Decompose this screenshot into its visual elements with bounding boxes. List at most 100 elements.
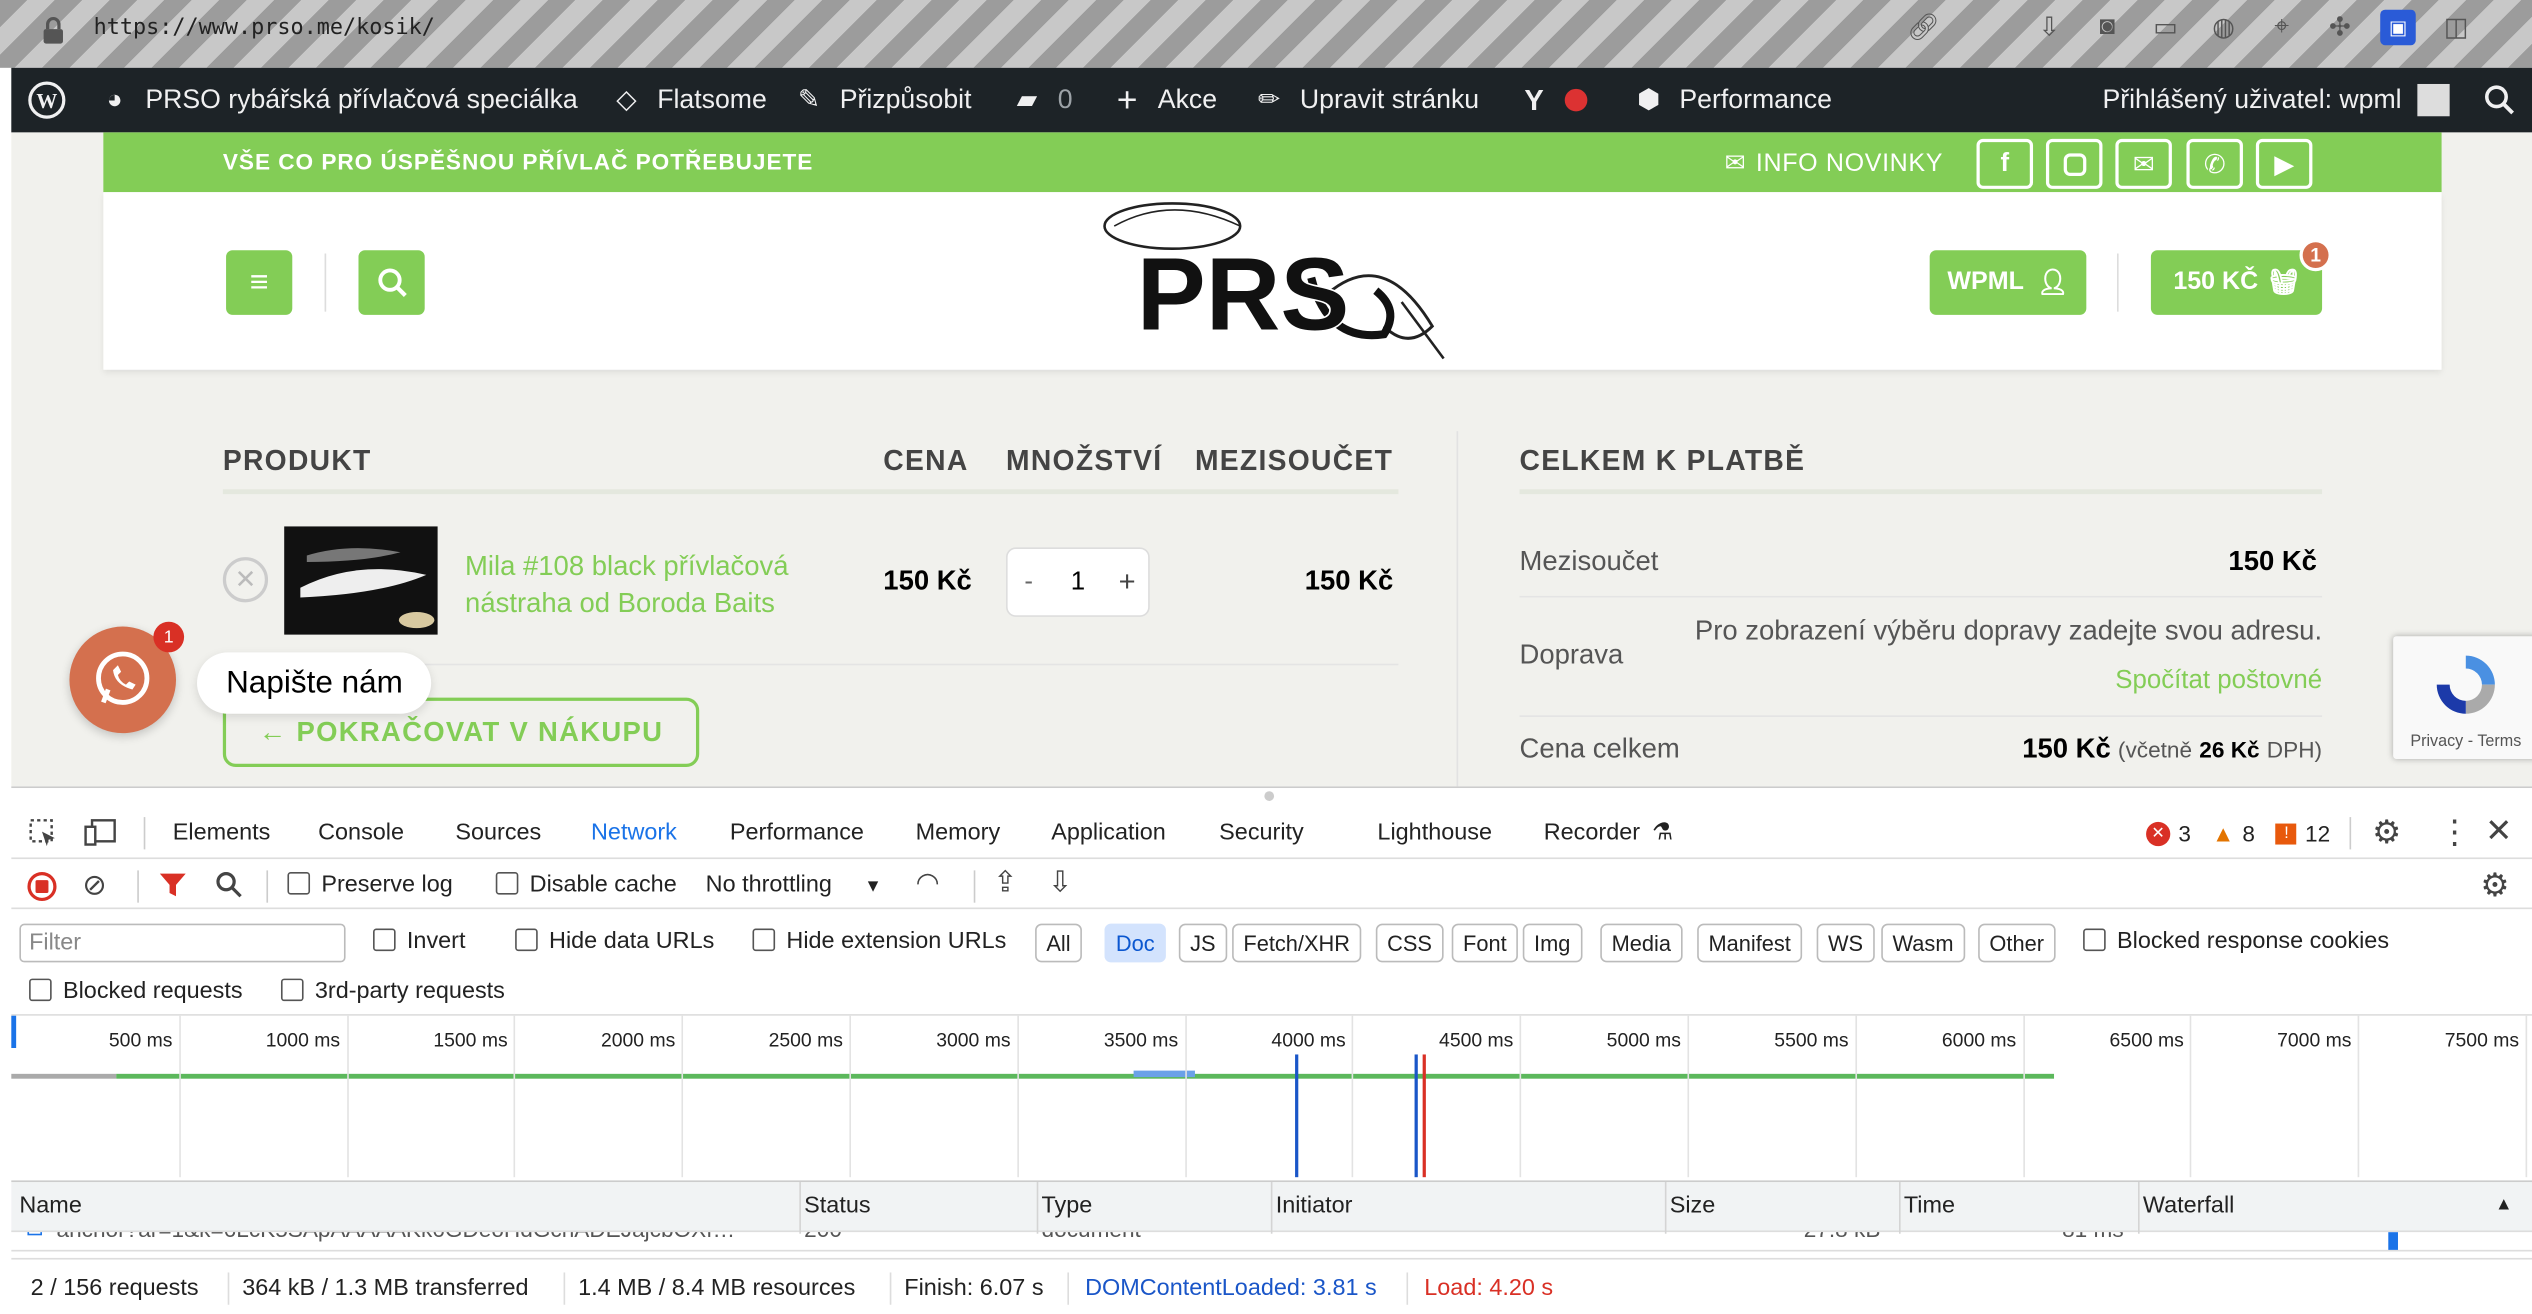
terminal-icon[interactable]: ▭ bbox=[2148, 10, 2184, 46]
admin-performance[interactable]: ⬢ Performance bbox=[1631, 68, 1832, 133]
network-settings-icon[interactable]: ⚙ bbox=[2480, 866, 2509, 906]
camera-icon[interactable]: ◙ bbox=[2090, 10, 2126, 46]
export-har-icon[interactable]: ⇩ bbox=[1048, 866, 1072, 900]
chat-label[interactable]: Napište nám bbox=[197, 652, 432, 714]
wp-admin-bar: W ◕ PRSO rybářská přívlačová speciálka ◇ F… bbox=[11, 67, 2532, 133]
settings-gear-icon[interactable]: ⚙ bbox=[2372, 812, 2401, 852]
extension-icon[interactable]: ✣ bbox=[2322, 10, 2358, 46]
yoast-icon[interactable]: Y bbox=[1516, 68, 1588, 133]
col-type[interactable]: Type bbox=[1042, 1193, 1093, 1219]
link-icon[interactable]: 🔗︎ bbox=[1905, 10, 1941, 46]
admin-search-icon[interactable] bbox=[2484, 68, 2516, 133]
type-filter-manifest[interactable]: Manifest bbox=[1697, 923, 1803, 963]
third-party-checkbox[interactable]: 3rd-party requests bbox=[280, 978, 505, 1004]
hide-extension-urls-checkbox[interactable]: Hide extension URLs bbox=[752, 928, 1006, 954]
col-waterfall[interactable]: Waterfall bbox=[2143, 1193, 2235, 1219]
type-filter-all[interactable]: All bbox=[1035, 923, 1082, 963]
admin-new[interactable]: + Akce bbox=[1109, 68, 1217, 133]
search-icon[interactable] bbox=[215, 870, 244, 906]
type-filter-media[interactable]: Media bbox=[1600, 923, 1683, 963]
type-filter-css[interactable]: CSS bbox=[1375, 923, 1444, 963]
globe-icon[interactable]: ◍ bbox=[2206, 10, 2242, 46]
qty-minus-button[interactable]: - bbox=[1008, 568, 1050, 597]
console-counts[interactable]: ✕ 3 ▲ 8 ! 12 bbox=[2146, 820, 2330, 846]
type-filter-js[interactable]: JS bbox=[1178, 923, 1227, 963]
tab-sources[interactable]: Sources bbox=[455, 820, 541, 846]
device-toolbar-icon[interactable] bbox=[82, 817, 118, 849]
devtools-tabbar: ✕ 3 ▲ 8 ! 12 ⚙ ⋮ ✕ Elements Console Sources Ne… bbox=[11, 807, 2532, 860]
blocked-requests-checkbox[interactable]: Blocked requests bbox=[29, 978, 243, 1004]
tab-security[interactable]: Security bbox=[1219, 820, 1304, 846]
sort-asc-icon[interactable]: ▲ bbox=[2495, 1195, 2513, 1214]
col-time[interactable]: Time bbox=[1904, 1193, 1955, 1219]
network-overview-timeline[interactable]: 500 ms 1000 ms 1500 ms 2000 ms 2500 ms 3000 m… bbox=[11, 1014, 2532, 1178]
filter-icon[interactable] bbox=[158, 870, 187, 906]
recaptcha-badge[interactable]: Privacy - Terms bbox=[2393, 636, 2532, 759]
shipping-calc-link[interactable]: Spočítat poštovné bbox=[2115, 667, 2322, 696]
flask-icon: ⚗ bbox=[1651, 820, 1673, 847]
inspect-icon[interactable] bbox=[27, 817, 59, 849]
resize-handle[interactable] bbox=[1264, 791, 1275, 801]
close-devtools-icon[interactable]: ✕ bbox=[2485, 811, 2512, 851]
admin-site-name[interactable]: ◕ PRSO rybářská přívlačová speciálka bbox=[97, 68, 578, 133]
admin-customize[interactable]: ✎ Přizpůsobit bbox=[791, 68, 972, 133]
col-status[interactable]: Status bbox=[804, 1193, 870, 1219]
browser-toolbar: https://www.prso.me/kosik/ 🔗︎ ⇩ ◙ ▭ ◍ ⌖ … bbox=[0, 0, 2532, 68]
wordpress-logo-icon[interactable]: W bbox=[27, 68, 66, 133]
admin-edit-page[interactable]: ✏︎ Upravit stránku bbox=[1251, 68, 1479, 133]
sidebar-icon[interactable]: ◫ bbox=[2438, 10, 2474, 46]
col-name[interactable]: Name bbox=[19, 1193, 81, 1219]
address-bar[interactable]: https://www.prso.me/kosik/ bbox=[94, 15, 435, 41]
type-filter-ws[interactable]: WS bbox=[1816, 923, 1875, 963]
tab-lighthouse[interactable]: Lighthouse bbox=[1377, 820, 1492, 846]
network-status-bar: 2 / 156 requests 364 kB / 1.3 MB transfe… bbox=[11, 1257, 2532, 1314]
product-image[interactable] bbox=[284, 526, 438, 635]
product-name-link[interactable]: Mila #108 black přívlačová nástraha od B… bbox=[465, 547, 788, 621]
col-qty: MNOŽSTVÍ bbox=[1006, 444, 1163, 477]
type-filter-doc[interactable]: Doc bbox=[1104, 923, 1166, 963]
preserve-log-checkbox[interactable]: Preserve log bbox=[287, 871, 453, 898]
profile-icon[interactable]: ▣ bbox=[2380, 9, 2416, 46]
type-filter-font[interactable]: Font bbox=[1451, 923, 1518, 963]
import-har-icon[interactable]: ⇪ bbox=[993, 866, 1017, 900]
qty-input[interactable]: 1 bbox=[1050, 568, 1107, 597]
invert-checkbox[interactable]: Invert bbox=[373, 928, 465, 954]
col-initiator[interactable]: Initiator bbox=[1276, 1193, 1353, 1219]
remove-item-icon[interactable]: ✕ bbox=[222, 557, 269, 603]
blocked-cookies-checkbox[interactable]: Blocked response cookies bbox=[2083, 928, 2389, 954]
wifi-settings-icon[interactable]: ◠ bbox=[916, 867, 940, 899]
more-options-icon[interactable]: ⋮ bbox=[2438, 812, 2470, 852]
tab-recorder[interactable]: Recorder bbox=[1544, 820, 1640, 846]
table-row[interactable]: anchor?ar=1&k=6LcK5SApAAAAAKk6GDeoHdGcnA… bbox=[11, 1232, 2532, 1252]
type-filter-fetch-xhr[interactable]: Fetch/XHR bbox=[1232, 923, 1362, 963]
tab-network[interactable]: Network bbox=[591, 820, 677, 846]
tab-memory[interactable]: Memory bbox=[916, 820, 1001, 846]
filter-input[interactable]: Filter bbox=[19, 923, 346, 963]
tab-console[interactable]: Console bbox=[318, 820, 404, 846]
timeline-tick: 7000 ms bbox=[2277, 1028, 2352, 1052]
tab-application[interactable]: Application bbox=[1051, 820, 1166, 846]
download-icon[interactable]: ⇩ bbox=[2031, 10, 2067, 46]
document-icon bbox=[27, 1232, 42, 1236]
tab-elements[interactable]: Elements bbox=[173, 820, 271, 846]
col-subtotal: MEZISOUČET bbox=[1194, 444, 1394, 477]
hide-data-urls-checkbox[interactable]: Hide data URLs bbox=[515, 928, 714, 954]
throttling-select[interactable]: No throttling ▼ bbox=[706, 872, 882, 898]
resources: 1.4 MB / 8.4 MB resources bbox=[578, 1275, 856, 1302]
disable-cache-checkbox[interactable]: Disable cache bbox=[495, 871, 677, 898]
crosshair-icon[interactable]: ⌖ bbox=[2264, 10, 2300, 46]
col-size[interactable]: Size bbox=[1670, 1193, 1716, 1219]
admin-theme[interactable]: ◇ Flatsome bbox=[609, 68, 767, 133]
type-filter-img[interactable]: Img bbox=[1522, 923, 1582, 963]
admin-comments[interactable]: ▰ 0 bbox=[1009, 68, 1073, 133]
qty-plus-button[interactable]: + bbox=[1106, 565, 1148, 599]
type-filter-wasm[interactable]: Wasm bbox=[1881, 923, 1965, 963]
admin-user[interactable]: Přihlášený uživatel: wpml bbox=[2102, 68, 2451, 133]
issues-icon: ! bbox=[2275, 822, 2297, 844]
quantity-stepper[interactable]: - 1 + bbox=[1006, 547, 1150, 617]
clear-icon[interactable]: ⊘ bbox=[82, 869, 106, 903]
tab-performance[interactable]: Performance bbox=[730, 820, 864, 846]
record-icon[interactable] bbox=[27, 871, 57, 902]
chevron-down-icon: ▼ bbox=[864, 876, 882, 897]
type-filter-other[interactable]: Other bbox=[1978, 923, 2056, 963]
